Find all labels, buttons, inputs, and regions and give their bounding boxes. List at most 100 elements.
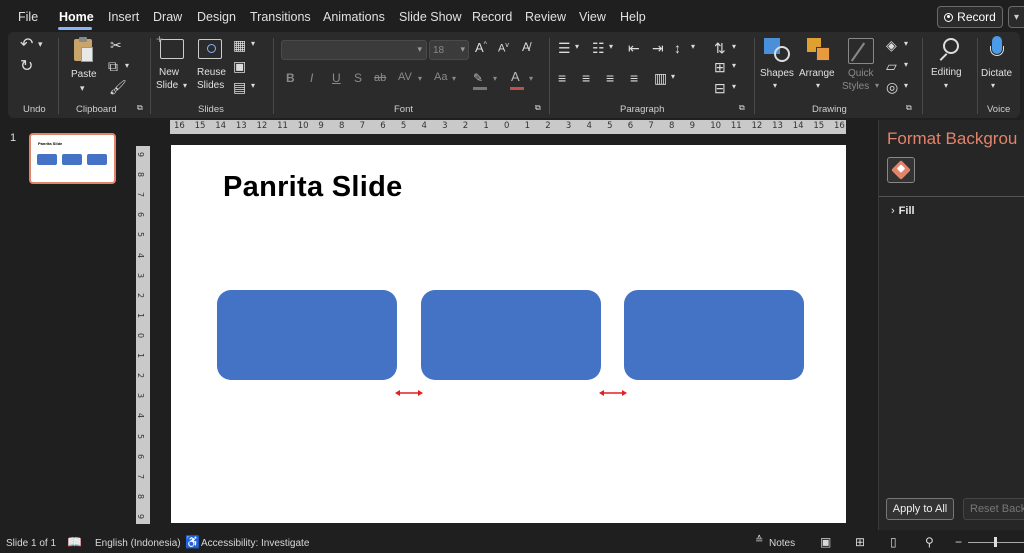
undo-icon[interactable]: ↶ — [20, 37, 33, 53]
tab-review[interactable]: Review — [525, 10, 566, 24]
chevron-down-icon[interactable]: ▾ — [773, 82, 777, 90]
font-color-icon[interactable]: A — [511, 70, 520, 83]
slide-show-icon[interactable]: ⚲ — [925, 535, 934, 549]
dialog-launcher-icon[interactable]: ⧉ — [739, 104, 745, 112]
slide-thumbnail[interactable]: Panrita Slide — [29, 133, 116, 184]
reset-background-button[interactable]: Reset Backgro — [963, 498, 1024, 520]
align-right-icon[interactable]: ≡ — [606, 71, 614, 85]
redo-icon[interactable]: ↻ — [20, 59, 33, 75]
tab-help[interactable]: Help — [620, 10, 646, 24]
align-text-icon[interactable]: ⊞ — [714, 60, 726, 74]
character-spacing-button[interactable]: AV — [398, 72, 412, 83]
tab-transitions[interactable]: Transitions — [250, 10, 311, 24]
arrange-label[interactable]: Arrange — [799, 68, 835, 79]
fill-section-toggle[interactable]: › Fill — [891, 205, 915, 217]
chevron-down-icon[interactable]: ▾ — [691, 43, 695, 51]
reuse-slides-label-2[interactable]: Slides — [197, 80, 224, 91]
paste-button[interactable]: Paste — [71, 69, 97, 80]
notes-icon[interactable]: ≙ — [755, 535, 763, 546]
rounded-rectangle-shape[interactable] — [421, 290, 601, 380]
tab-slide-show[interactable]: Slide Show — [399, 10, 462, 24]
justify-icon[interactable]: ≡ — [630, 71, 638, 85]
chevron-down-icon[interactable]: ▾ — [575, 43, 579, 51]
reset-slide-icon[interactable]: ▣ — [233, 59, 246, 73]
change-case-button[interactable]: Aa — [434, 72, 447, 83]
tab-view[interactable]: View — [579, 10, 606, 24]
chevron-down-icon[interactable]: ▾ — [904, 82, 908, 90]
dictate-label[interactable]: Dictate — [981, 68, 1012, 79]
shape-outline-icon[interactable]: ▱ — [886, 59, 897, 73]
slide-title[interactable]: Panrita Slide — [223, 171, 403, 204]
align-left-icon[interactable]: ≡ — [558, 71, 566, 85]
tab-design[interactable]: Design — [197, 10, 236, 24]
dialog-launcher-icon[interactable]: ⧉ — [535, 104, 541, 112]
accessibility-icon[interactable]: ♿ — [185, 535, 200, 549]
accessibility-status[interactable]: Accessibility: Investigate — [201, 538, 309, 549]
copy-icon[interactable]: ⧉ — [108, 59, 118, 73]
chevron-down-icon[interactable]: ▾ — [251, 40, 255, 48]
new-slide-label-2[interactable]: Slide — [156, 80, 178, 91]
smartart-icon[interactable]: ⊟ — [714, 81, 726, 95]
chevron-down-icon[interactable]: ▾ — [904, 40, 908, 48]
reading-view-icon[interactable]: ▯ — [890, 535, 897, 549]
share-dropdown-button[interactable]: ▾ — [1008, 6, 1024, 28]
spelling-check-icon[interactable]: 📖 — [67, 535, 82, 549]
apply-to-all-button[interactable]: Apply to All — [886, 498, 954, 520]
zoom-out-button[interactable]: − — [955, 535, 962, 549]
increase-indent-icon[interactable]: ⇥ — [652, 41, 664, 55]
numbering-icon[interactable]: ☷ — [592, 41, 605, 55]
reuse-slides-icon[interactable] — [198, 39, 222, 59]
quick-styles-label-2[interactable]: Styles — [842, 81, 869, 92]
tab-animations[interactable]: Animations — [323, 10, 385, 24]
reuse-slides-label-1[interactable]: Reuse — [197, 67, 226, 78]
notes-button[interactable]: Notes — [769, 538, 795, 549]
search-icon[interactable] — [937, 38, 961, 62]
paste-icon[interactable] — [72, 37, 94, 63]
grow-font-icon[interactable]: A^ — [475, 41, 487, 54]
shapes-label[interactable]: Shapes — [760, 68, 794, 79]
dialog-launcher-icon[interactable]: ⧉ — [137, 104, 143, 112]
chevron-down-icon[interactable]: ▾ — [732, 43, 736, 51]
bold-button[interactable]: B — [286, 72, 295, 84]
layout-icon[interactable]: ▦ — [233, 38, 246, 52]
shape-fill-icon[interactable]: ◈ — [886, 38, 897, 52]
format-painter-icon[interactable]: 🖌 — [109, 80, 127, 94]
columns-icon[interactable]: ▥ — [654, 71, 667, 85]
decrease-indent-icon[interactable]: ⇤ — [628, 41, 640, 55]
align-center-icon[interactable]: ≡ — [582, 71, 590, 85]
shape-effects-icon[interactable]: ◎ — [886, 80, 898, 94]
chevron-down-icon[interactable]: ▾ — [418, 75, 422, 83]
tab-insert[interactable]: Insert — [108, 10, 139, 24]
chevron-down-icon[interactable]: ▾ — [904, 61, 908, 69]
rounded-rectangle-shape[interactable] — [217, 290, 397, 380]
text-direction-icon[interactable]: ⇅ — [714, 41, 726, 55]
record-button[interactable]: Record — [937, 6, 1003, 28]
microphone-icon[interactable] — [990, 36, 1004, 64]
language-indicator[interactable]: English (Indonesia) — [95, 538, 181, 549]
line-spacing-icon[interactable]: ↕ — [674, 41, 681, 55]
dialog-launcher-icon[interactable]: ⧉ — [906, 104, 912, 112]
new-slide-label-1[interactable]: New — [159, 67, 179, 78]
chevron-down-icon[interactable]: ▾ — [452, 75, 456, 83]
slide-sorter-icon[interactable]: ⊞ — [855, 535, 865, 549]
editing-label[interactable]: Editing — [931, 67, 962, 78]
slide-canvas[interactable]: Panrita Slide — [171, 145, 846, 523]
tab-file[interactable]: File — [18, 10, 38, 24]
chevron-down-icon[interactable]: ▾ — [493, 75, 497, 83]
strikethrough-button[interactable]: ab — [374, 73, 386, 84]
chevron-down-icon[interactable]: ▾ — [609, 43, 613, 51]
zoom-slider-thumb[interactable] — [994, 537, 997, 547]
font-size-field[interactable]: 18 ▾ — [429, 40, 469, 60]
chevron-down-icon[interactable]: ▾ — [671, 73, 675, 81]
shrink-font-icon[interactable]: Av — [498, 42, 509, 55]
shadow-button[interactable]: S — [354, 72, 362, 84]
chevron-down-icon[interactable]: ▾ — [732, 83, 736, 91]
new-slide-icon[interactable]: + — [156, 33, 184, 59]
quick-styles-label-1[interactable]: Quick — [848, 68, 874, 79]
underline-button[interactable]: U — [332, 72, 341, 84]
quick-styles-icon[interactable] — [848, 38, 874, 64]
arrange-icon[interactable] — [807, 38, 833, 64]
highlight-icon[interactable]: ✎ — [473, 72, 483, 84]
tab-home[interactable]: Home — [59, 10, 94, 24]
normal-view-icon[interactable]: ▣ — [820, 535, 831, 549]
